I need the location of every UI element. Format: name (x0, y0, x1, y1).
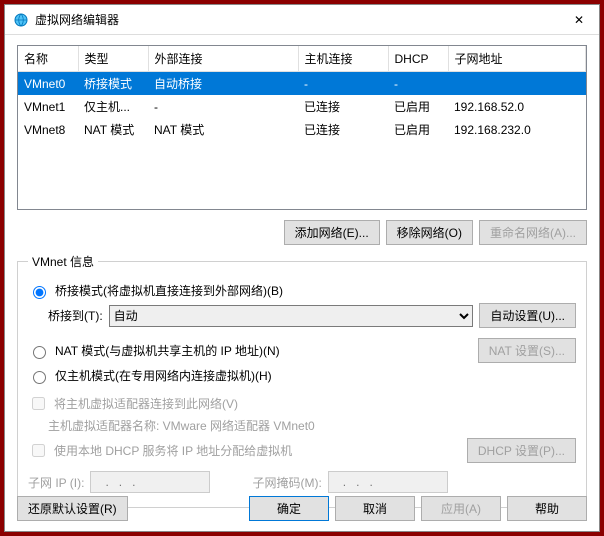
bridge-mode-row: 桥接模式(将虚拟机直接连接到外部网络)(B) (28, 282, 576, 299)
bridge-to-row: 桥接到(T): 自动 自动设置(U)... (48, 303, 576, 328)
dhcp-settings-button: DHCP 设置(P)... (467, 438, 576, 463)
use-dhcp-row: 使用本地 DHCP 服务将 IP 地址分配给虚拟机 DHCP 设置(P)... (28, 438, 576, 463)
table-row[interactable]: VMnet8NAT 模式NAT 模式已连接已启用192.168.232.0 (18, 118, 586, 141)
help-button[interactable]: 帮助 (507, 496, 587, 521)
dialog-body: 名称 类型 外部连接 主机连接 DHCP 子网地址 VMnet0桥接模式自动桥接… (5, 35, 599, 508)
bridge-radio[interactable] (33, 286, 46, 299)
bridge-radio-label: 桥接模式(将虚拟机直接连接到外部网络)(B) (55, 282, 283, 299)
hostonly-radio-label: 仅主机模式(在专用网络内连接虚拟机)(H) (55, 367, 272, 384)
network-table[interactable]: 名称 类型 外部连接 主机连接 DHCP 子网地址 VMnet0桥接模式自动桥接… (17, 45, 587, 210)
vnet-editor-dialog: 虚拟网络编辑器 ✕ 名称 类型 外部连接 主机连接 DHCP 子网地址 VMne… (4, 4, 600, 532)
vmnet-info-group: VMnet 信息 桥接模式(将虚拟机直接连接到外部网络)(B) 桥接到(T): … (17, 253, 587, 508)
nat-settings-button: NAT 设置(S)... (478, 338, 576, 363)
adapter-name-row: 主机虚拟适配器名称: VMware 网络适配器 VMnet0 (48, 417, 576, 434)
add-network-button[interactable]: 添加网络(E)... (284, 220, 380, 245)
nat-radio-label: NAT 模式(与虚拟机共享主机的 IP 地址)(N) (55, 342, 280, 359)
cancel-button[interactable]: 取消 (335, 496, 415, 521)
dialog-footer: 还原默认设置(R) 确定 取消 应用(A) 帮助 (5, 486, 599, 531)
use-dhcp-label: 使用本地 DHCP 服务将 IP 地址分配给虚拟机 (54, 442, 292, 459)
use-dhcp-check (32, 444, 45, 457)
app-icon (13, 12, 29, 28)
table-header-row: 名称 类型 外部连接 主机连接 DHCP 子网地址 (18, 46, 586, 72)
remove-network-button[interactable]: 移除网络(O) (386, 220, 473, 245)
hostonly-mode-row: 仅主机模式(在专用网络内连接虚拟机)(H) (28, 367, 576, 384)
col-name[interactable]: 名称 (18, 46, 78, 72)
connect-host-row: 将主机虚拟适配器连接到此网络(V) (28, 394, 576, 413)
window-title: 虚拟网络编辑器 (35, 11, 559, 28)
auto-settings-button[interactable]: 自动设置(U)... (479, 303, 576, 328)
nat-mode-row: NAT 模式(与虚拟机共享主机的 IP 地址)(N) NAT 设置(S)... (28, 338, 576, 363)
bridge-to-select[interactable]: 自动 (109, 305, 474, 327)
table-row[interactable]: VMnet0桥接模式自动桥接-- (18, 72, 586, 96)
col-dhcp[interactable]: DHCP (388, 46, 448, 72)
bridge-to-label: 桥接到(T): (48, 307, 103, 324)
nat-radio[interactable] (33, 346, 46, 359)
hostonly-radio[interactable] (33, 371, 46, 384)
table-row[interactable]: VMnet1仅主机...-已连接已启用192.168.52.0 (18, 95, 586, 118)
rename-network-button: 重命名网络(A)... (479, 220, 587, 245)
connect-host-check (32, 397, 45, 410)
connect-host-label: 将主机虚拟适配器连接到此网络(V) (54, 395, 238, 412)
restore-defaults-button[interactable]: 还原默认设置(R) (17, 496, 128, 521)
close-button[interactable]: ✕ (559, 5, 599, 35)
network-buttons: 添加网络(E)... 移除网络(O) 重命名网络(A)... (17, 220, 587, 245)
col-type[interactable]: 类型 (78, 46, 148, 72)
adapter-name-text: 主机虚拟适配器名称: VMware 网络适配器 VMnet0 (48, 417, 315, 434)
col-ext[interactable]: 外部连接 (148, 46, 298, 72)
col-host[interactable]: 主机连接 (298, 46, 388, 72)
titlebar: 虚拟网络编辑器 ✕ (5, 5, 599, 35)
vmnet-info-legend: VMnet 信息 (28, 253, 98, 270)
ok-button[interactable]: 确定 (249, 496, 329, 521)
col-subnet[interactable]: 子网地址 (448, 46, 586, 72)
apply-button: 应用(A) (421, 496, 501, 521)
